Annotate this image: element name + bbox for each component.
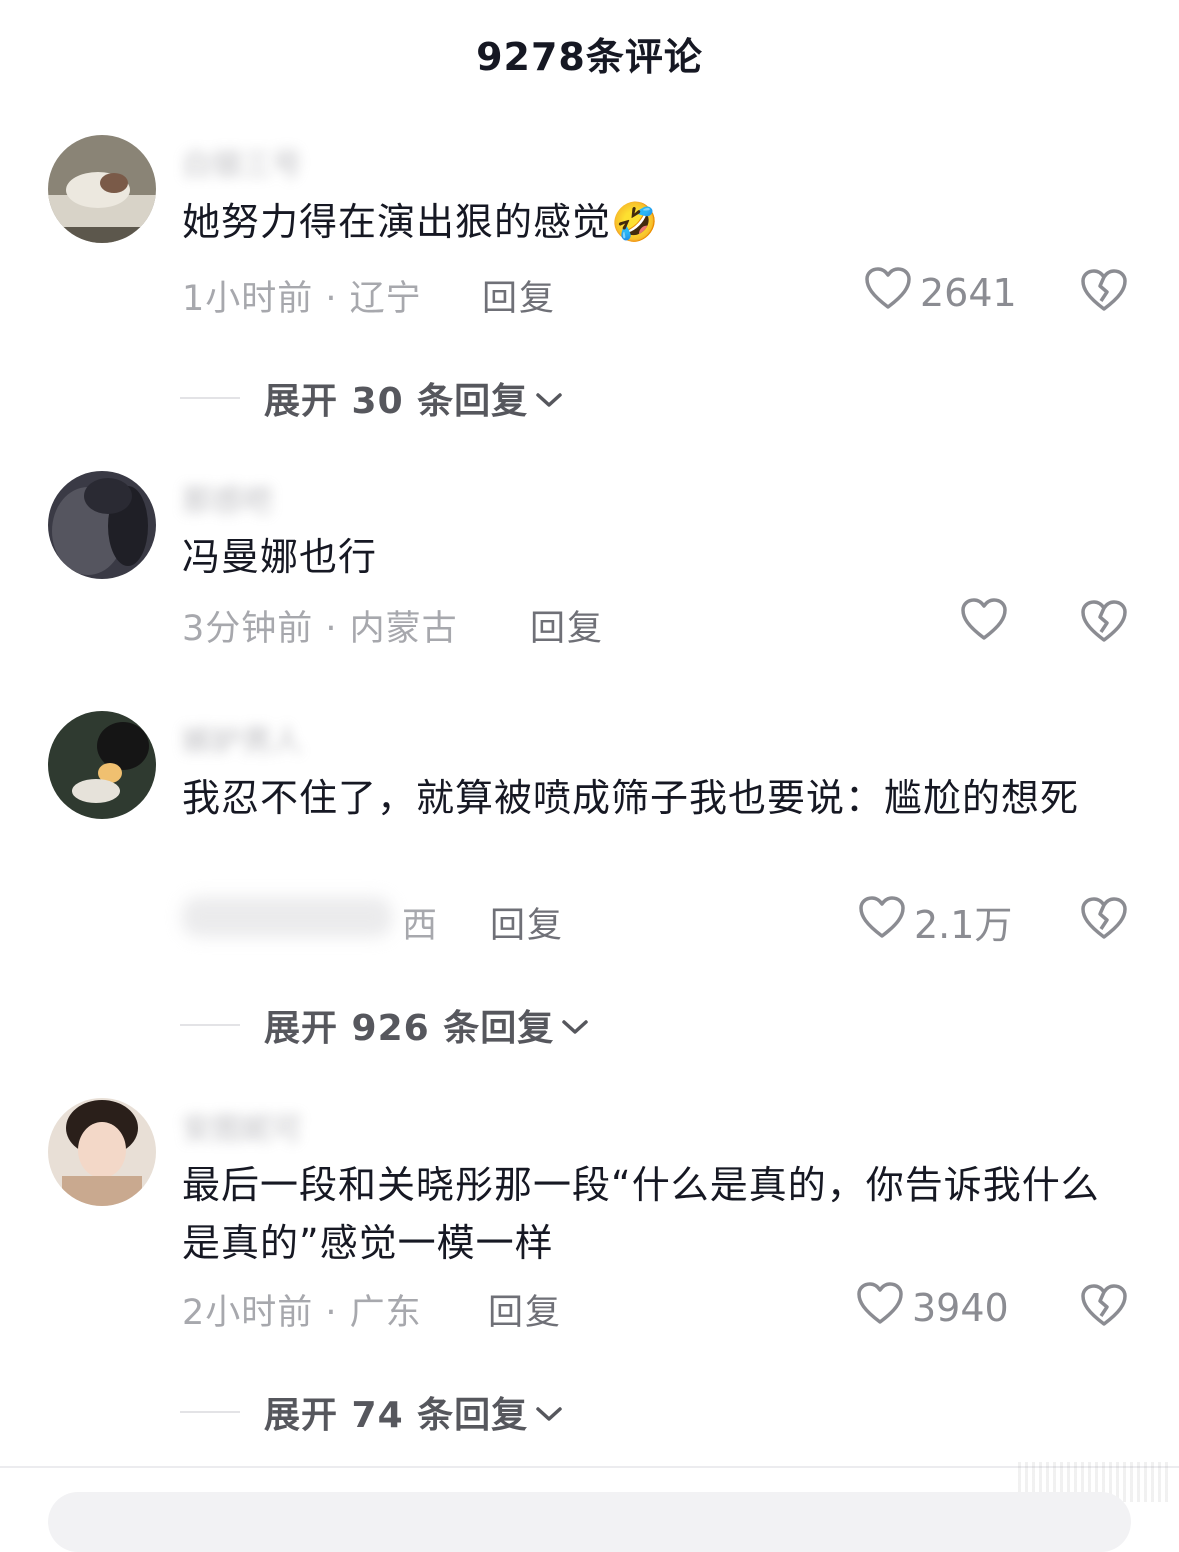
comment-meta: 1小时前 · 辽宁 <box>182 279 422 319</box>
dislike-button[interactable] <box>1080 268 1128 316</box>
comment-text: 她努力得在演出狠的感觉🤣 <box>182 200 660 244</box>
dislike-button[interactable] <box>1080 896 1128 944</box>
blurred-meta <box>182 897 392 937</box>
expand-replies-button[interactable]: 展开 74 条回复 <box>180 1386 564 1438</box>
broken-heart-icon <box>1080 897 1128 944</box>
username[interactable]: 那感吧 <box>182 476 272 520</box>
avatar[interactable] <box>48 1098 156 1206</box>
like-button[interactable]: 2641 <box>864 266 1017 319</box>
comments-count-title: 9278条评论 <box>476 35 703 79</box>
divider-line <box>180 397 240 399</box>
avatar[interactable] <box>48 471 156 579</box>
like-count: 3940 <box>912 1285 1009 1330</box>
username[interactable]: 安图妮可 <box>182 1104 302 1148</box>
comment-input-bar[interactable] <box>48 1492 1131 1552</box>
broken-heart-icon <box>1080 1284 1128 1331</box>
expand-replies-label: 展开 74 条回复 <box>264 1395 529 1436</box>
like-count: 2641 <box>920 270 1017 315</box>
broken-heart-icon <box>1080 600 1128 647</box>
expand-replies-label: 展开 30 条回复 <box>264 381 529 422</box>
dislike-button[interactable] <box>1080 599 1128 647</box>
like-button[interactable]: 3940 <box>856 1281 1009 1334</box>
username[interactable]: 白银三号 <box>182 140 302 184</box>
heart-outline-icon <box>960 597 1008 650</box>
divider-line <box>180 1024 240 1026</box>
bottom-divider <box>0 1466 1179 1468</box>
heart-outline-icon <box>856 1281 904 1334</box>
like-button[interactable] <box>960 597 1016 650</box>
chevron-down-icon <box>534 378 564 419</box>
dislike-button[interactable] <box>1080 1283 1128 1331</box>
comment-text: 冯曼娜也行 <box>182 535 378 579</box>
chevron-down-icon <box>560 1005 590 1046</box>
comment-text: 最后一段和关晓彤那一段“什么是真的，你告诉我什么是真的”感觉一模一样 <box>182 1163 1100 1265</box>
divider-line <box>180 1411 240 1413</box>
comment-meta: 3分钟前 · 内蒙古 <box>182 609 458 649</box>
expand-replies-label: 展开 926 条回复 <box>264 1008 555 1049</box>
reply-button[interactable]: 回复 <box>530 600 604 651</box>
avatar[interactable] <box>48 711 156 819</box>
reply-button[interactable]: 回复 <box>490 897 564 948</box>
heart-outline-icon <box>864 266 912 319</box>
comment-text: 我忍不住了，就算被喷成筛子我也要说：尴尬的想死 <box>182 776 1080 820</box>
chevron-down-icon <box>534 1392 564 1433</box>
like-count: 2.1万 <box>914 903 1013 947</box>
comment-meta: 2小时前 · 广东 <box>182 1293 422 1333</box>
reply-button[interactable]: 回复 <box>482 270 556 321</box>
broken-heart-icon <box>1080 269 1128 316</box>
heart-outline-icon <box>858 895 906 948</box>
username[interactable]: 嫉妒男人 <box>182 716 302 760</box>
avatar[interactable] <box>48 135 156 243</box>
expand-replies-button[interactable]: 展开 926 条回复 <box>180 999 590 1051</box>
reply-button[interactable]: 回复 <box>488 1284 562 1335</box>
comment-meta: 西 <box>402 906 439 946</box>
expand-replies-button[interactable]: 展开 30 条回复 <box>180 372 564 424</box>
like-button[interactable]: 2.1万 <box>858 894 1012 949</box>
